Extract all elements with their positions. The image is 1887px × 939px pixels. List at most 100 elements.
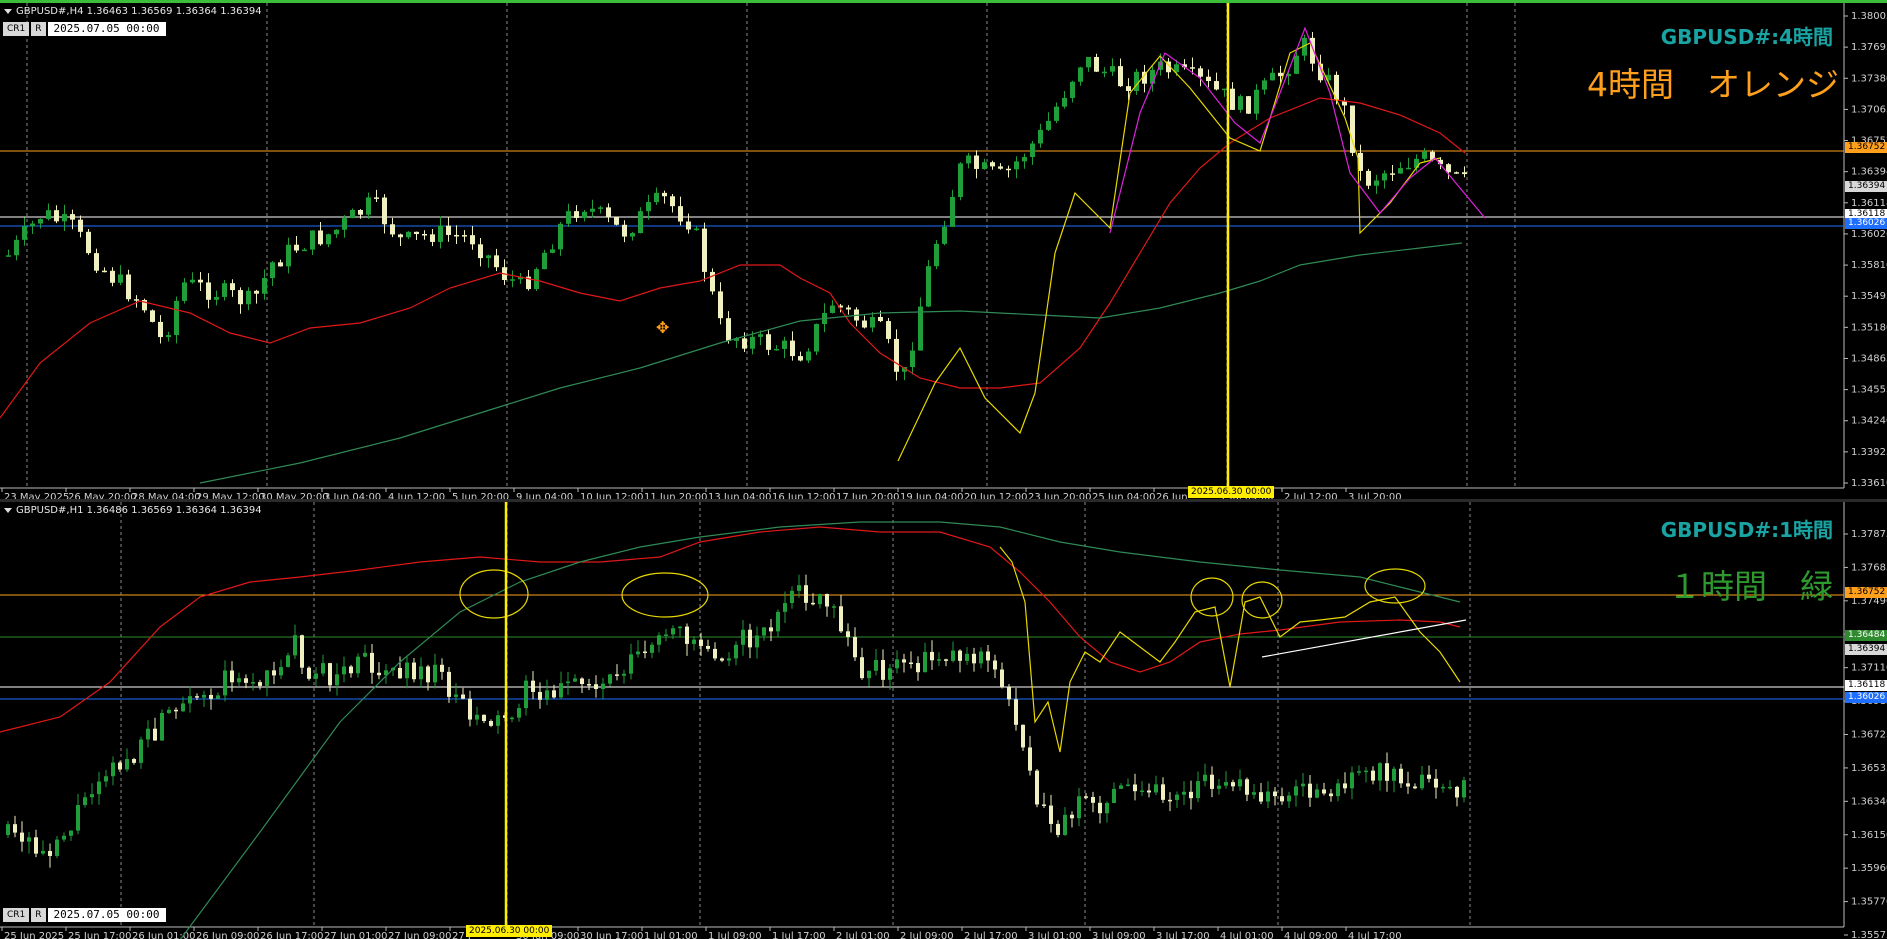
candle-body (692, 639, 696, 644)
candle-body (950, 196, 955, 227)
candle-body (1196, 781, 1200, 799)
h1-cr-button[interactable]: CR1 (3, 908, 30, 922)
candle-body (489, 721, 493, 726)
h4-title-label: GBPUSD#:4時間 (1660, 25, 1833, 49)
time-tick-label: 2 Jul 17:00 (964, 931, 1018, 939)
candle-body (1336, 783, 1340, 797)
candle-body (1222, 88, 1227, 91)
time-tick-label: 4 Jul 01:00 (1220, 931, 1274, 939)
candle-body (1446, 164, 1451, 173)
dropdown-triangle-icon[interactable] (4, 8, 12, 14)
candle-body (517, 708, 521, 718)
candle-body (83, 797, 87, 806)
candle-body (1454, 172, 1459, 174)
candle-body (198, 279, 203, 283)
price-tick-label: 1.38005 (1851, 11, 1887, 22)
candle-body (230, 283, 235, 291)
dropdown-triangle-icon[interactable] (4, 507, 12, 513)
candle-body (1378, 763, 1382, 781)
cursor-crosshair-icon: ✥ (656, 318, 669, 337)
candle-body (878, 317, 883, 322)
candle-body (38, 218, 43, 224)
candle-body (958, 163, 963, 197)
candle-body (902, 659, 906, 663)
price-tick-label: 1.37380 (1851, 73, 1887, 84)
h4-r-button[interactable]: R (31, 22, 46, 36)
candle-body (552, 690, 556, 698)
candle-body (726, 318, 731, 341)
candle-body (608, 674, 612, 684)
h4-cr-button[interactable]: CR1 (3, 22, 30, 36)
candle-body (860, 657, 864, 679)
candle-body (377, 672, 381, 676)
candle-body (30, 223, 35, 227)
candle-body (1441, 786, 1445, 789)
candle-body (1462, 172, 1467, 175)
candle-body (244, 678, 248, 683)
terminal-window: 1.38005 1.37695 1.37380 1.37065 1.36752 1.363… (0, 0, 1887, 939)
candle-body (559, 683, 563, 698)
candle-body (134, 299, 139, 301)
candle-body (62, 214, 67, 222)
candle-body (1262, 80, 1267, 90)
candle-body (951, 650, 955, 661)
h4-chart-header: GBPUSD#,H4 1.36463 1.36569 1.36364 1.363… (4, 6, 262, 17)
candle-body (278, 262, 283, 267)
time-tick-label: 26 Jun 17:00 (260, 931, 324, 939)
candle-body (748, 629, 752, 648)
candle-body (853, 636, 857, 658)
candle-body (422, 234, 427, 236)
candle-body (475, 714, 479, 720)
candle-body (86, 231, 91, 254)
h1-r-button[interactable]: R (31, 908, 46, 922)
candle-body (1278, 72, 1283, 77)
candle-body (494, 255, 499, 268)
price-tick-label: 1.35575 (1851, 930, 1887, 939)
candle-body (1245, 779, 1249, 795)
price-tick-label: 1.36394 (1851, 167, 1887, 178)
candle-body (318, 230, 323, 245)
candle-body (862, 320, 867, 328)
candle-body (1420, 774, 1424, 789)
h1-chart-canvas[interactable]: 1.378751.376851.374901.373001.371101.369… (0, 502, 1887, 939)
time-tick-label: 3 Jul 01:00 (1028, 931, 1082, 939)
candle-body (783, 603, 787, 612)
candle-body (986, 651, 990, 661)
price-tick-label: 1.34865 (1851, 353, 1887, 364)
candle-body (993, 660, 997, 670)
candle-body (1350, 772, 1354, 789)
candle-body (246, 290, 251, 305)
candle-body (366, 197, 371, 215)
candle-body (1007, 687, 1011, 700)
chart-pane-h4[interactable]: 1.38005 1.37695 1.37380 1.37065 1.36752 1.363… (0, 0, 1887, 500)
h1-date-field[interactable]: 2025.07.05 00:00 (47, 908, 166, 922)
candle-body (646, 202, 651, 212)
candle-body (1022, 157, 1027, 162)
candle-body (574, 211, 579, 218)
h1-ma-green (179, 521, 1461, 939)
candle-body (1266, 791, 1270, 802)
candle-body (405, 662, 409, 679)
h1-header-text: GBPUSD#,H1 1.36486 1.36569 1.36364 1.363… (16, 505, 262, 516)
candle-body (398, 667, 402, 679)
candle-body (797, 585, 801, 591)
candle-body (1112, 788, 1116, 803)
h4-date-field[interactable]: 2025.07.05 00:00 (47, 22, 166, 36)
candle-body (1140, 790, 1144, 793)
price-tick-label: 1.37110 (1851, 663, 1887, 674)
candle-body (1427, 774, 1431, 779)
candle-body (1046, 120, 1051, 130)
h1-controls: CR1 R 2025.07.05 00:00 (3, 908, 166, 922)
price-tick-label: 1.35180 (1851, 322, 1887, 333)
price-tag-label: 1.36394 (1845, 181, 1887, 192)
candle-body (1217, 785, 1221, 789)
candle-body (923, 651, 927, 673)
candle-body (1190, 67, 1195, 69)
candle-body (937, 659, 941, 661)
candle-body (590, 208, 595, 212)
chart-pane-h1[interactable]: 1.378751.376851.374901.373001.371101.369… (0, 502, 1887, 939)
h4-sub-label: 4時間 オレンジ (1587, 65, 1839, 104)
h1-chart-header: GBPUSD#,H1 1.36486 1.36569 1.36364 1.363… (4, 505, 262, 516)
price-tick-label: 1.36340 (1851, 796, 1887, 807)
candle-body (587, 684, 591, 686)
